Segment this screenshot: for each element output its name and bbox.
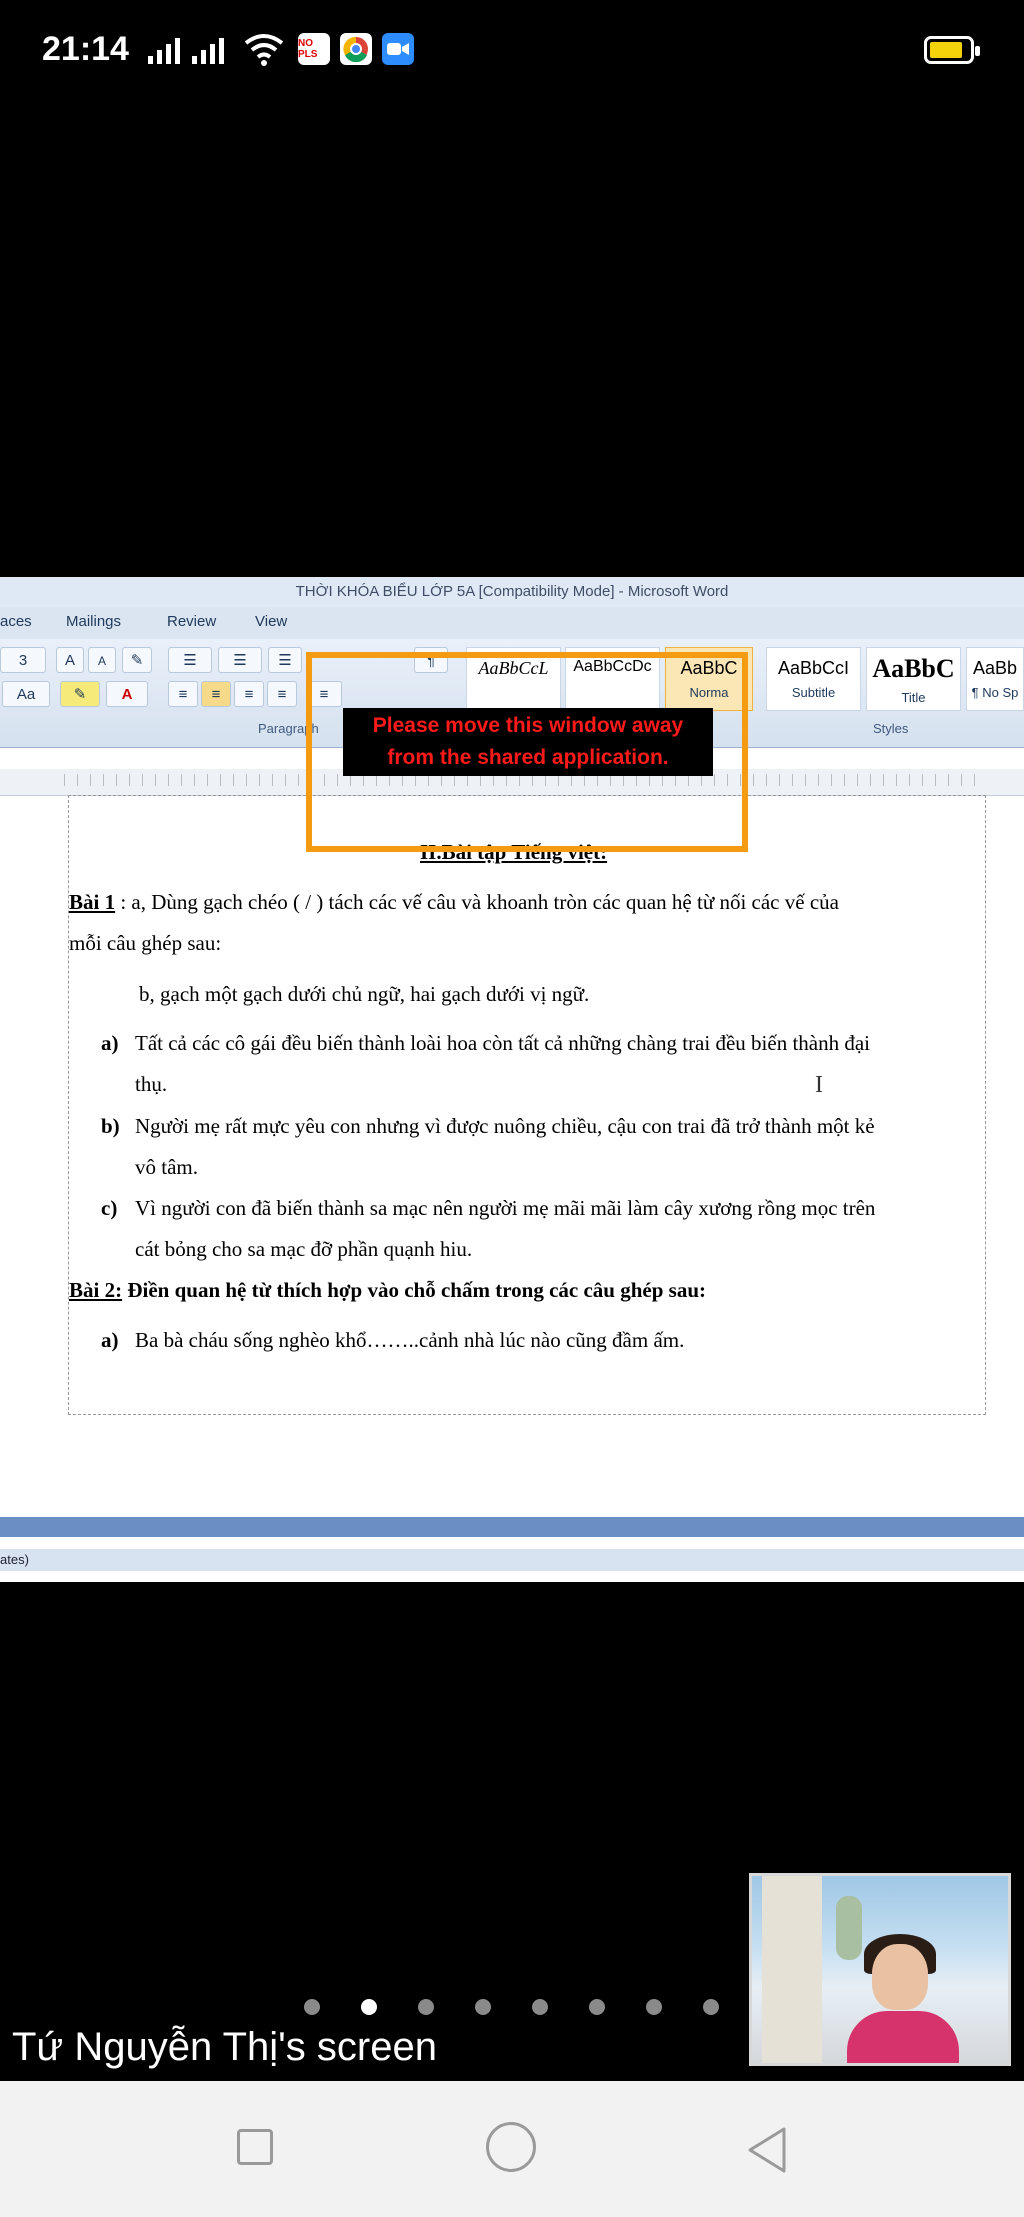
battery-icon: [924, 36, 980, 64]
style-no-spacing[interactable]: AaBb ¶ No Sp: [966, 647, 1024, 711]
screen-owner-caption: Tứ Nguyễn Thị's screen: [12, 2025, 437, 2069]
align-right-button[interactable]: ≡: [234, 681, 264, 707]
tab-review[interactable]: Review: [167, 613, 216, 630]
bai2-item-a: Ba bà cháu sống nghèo khổ……..cảnh nhà lú…: [135, 1328, 685, 1352]
page-dot[interactable]: [646, 1999, 662, 2015]
item-marker: a): [101, 1031, 119, 1055]
scroll-area-bar: [0, 1517, 1024, 1537]
style-title[interactable]: AaBbC Title: [866, 647, 961, 711]
wifi-icon: [244, 34, 284, 66]
item-marker: c): [101, 1196, 118, 1220]
style-subtitle[interactable]: AaBbCcI Subtitle: [766, 647, 861, 711]
back-button[interactable]: [744, 2125, 790, 2175]
page-dot[interactable]: [475, 1999, 491, 2015]
android-nav-bar: [0, 2081, 1024, 2217]
item-marker: b): [101, 1114, 120, 1138]
ribbon-tabs: aces Mailings Review View: [0, 607, 1024, 639]
word-status-bar: ates): [0, 1549, 1024, 1571]
zoom-icon: [382, 33, 414, 65]
item-marker: a): [101, 1328, 119, 1352]
bullets-button[interactable]: ☰: [168, 647, 212, 673]
font-size-box[interactable]: 3: [0, 647, 46, 673]
tab-mailings[interactable]: Mailings: [66, 613, 121, 630]
item-b-line1: Người mẹ rất mực yêu con nhưng vì được n…: [135, 1114, 875, 1138]
item-c-line2: cát bỏng cho sa mạc đỡ phần quạnh hiu.: [135, 1237, 473, 1261]
page-dot[interactable]: [532, 1999, 548, 2015]
item-a-line2: thụ.: [135, 1072, 168, 1096]
page-dot[interactable]: [304, 1999, 320, 2015]
style-sample: AaBb: [972, 658, 1018, 678]
page-dot[interactable]: [589, 1999, 605, 2015]
change-case-button[interactable]: Aa: [2, 681, 50, 707]
status-fragment: ates): [0, 1552, 29, 1567]
status-bar: 21:14 NO PLS: [0, 0, 1024, 100]
shrink-font-button[interactable]: A: [88, 647, 116, 673]
bai1-part-b: b, gạch một gạch dưới chủ ngữ, hai gạch …: [139, 982, 590, 1006]
tab-view[interactable]: View: [255, 613, 287, 630]
chrome-icon: [340, 33, 372, 65]
page-dot-active[interactable]: [361, 1999, 377, 2015]
text-cursor-icon: I: [815, 1072, 823, 1098]
page-dot[interactable]: [703, 1999, 719, 2015]
grow-font-button[interactable]: A: [56, 647, 84, 673]
warning-line-2: from the shared application.: [387, 746, 669, 769]
item-c-line1: Vì người con đã biến thành sa mạc nên ng…: [135, 1196, 876, 1220]
styles-group-label: Styles: [873, 721, 909, 736]
signal-icon: [148, 36, 180, 64]
document-page[interactable]: II.Bài tập Tiếng việt: Bài 1 : a, Dùng g…: [68, 795, 986, 1415]
item-a-line1: Tất cả các cô gái đều biến thành loài ho…: [135, 1031, 870, 1055]
bai1-intro-2: mỗi câu ghép sau:: [69, 931, 222, 955]
style-sample: AaBbC: [872, 654, 955, 683]
multilevel-button[interactable]: ☰: [268, 647, 302, 673]
bai2-intro: Bài 2: Điền quan hệ từ thích hợp vào chỗ…: [69, 1278, 706, 1302]
tab-references[interactable]: aces: [0, 613, 32, 630]
style-sample: AaBbCcI: [777, 658, 850, 678]
font-color-button[interactable]: A: [106, 681, 148, 707]
participant-video[interactable]: [749, 1873, 1011, 2066]
word-title-bar: THỜI KHÓA BIỂU LỚP 5A [Compatibility Mod…: [0, 577, 1024, 607]
page-dot[interactable]: [418, 1999, 434, 2015]
bai1-intro: Bài 1 : a, Dùng gạch chéo ( / ) tách các…: [69, 890, 839, 914]
share-warning: Please move this window away from the sh…: [343, 708, 713, 776]
justify-button[interactable]: ≡: [267, 681, 297, 707]
align-left-button[interactable]: ≡: [168, 681, 198, 707]
highlight-button[interactable]: ✎: [60, 681, 100, 707]
status-time: 21:14: [42, 30, 129, 68]
signal-icon-2: [192, 36, 224, 64]
home-button[interactable]: [486, 2122, 536, 2172]
align-center-button[interactable]: ≡: [201, 681, 231, 707]
recent-apps-button[interactable]: [237, 2129, 273, 2165]
numbering-button[interactable]: ☰: [218, 647, 262, 673]
news-app-icon: NO PLS: [298, 33, 330, 65]
item-b-line2: vô tâm.: [135, 1155, 198, 1179]
warning-line-1: Please move this window away: [372, 714, 684, 737]
clear-format-button[interactable]: ✎: [122, 647, 152, 673]
